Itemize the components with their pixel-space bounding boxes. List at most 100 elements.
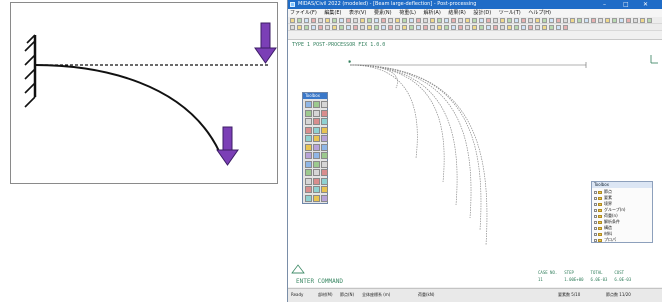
toolbar-button[interactable] [500,25,505,30]
toolbox-tool-button[interactable] [321,152,328,159]
toolbar-button[interactable] [290,18,295,23]
toolbar-button[interactable] [549,18,554,23]
toolbar-button[interactable] [521,25,526,30]
menu-analysis[interactable]: 解析(A) [423,10,440,16]
expand-icon[interactable] [594,202,597,206]
toolbar-button[interactable] [318,18,323,23]
toolbox-tool-button[interactable] [305,126,312,134]
expand-icon[interactable] [594,214,597,218]
toolbar-button[interactable] [570,18,575,23]
toolbar-button[interactable] [437,18,442,23]
menu-load[interactable]: 荷重(L) [399,10,416,16]
toolbar-button[interactable] [556,18,561,23]
toolbar-button[interactable] [640,18,645,23]
toolbox-tool-button[interactable] [321,169,328,176]
toolbar-button[interactable] [647,18,652,23]
toolbar-button[interactable] [297,25,302,30]
toolbar-button[interactable] [402,18,407,23]
toolbar-button[interactable] [493,25,498,30]
toolbox-tool-button[interactable] [305,143,312,151]
toolbar-button[interactable] [339,25,344,30]
toolbar-button[interactable] [605,18,610,23]
model-tree-panel[interactable]: Toolbox 節点 要素 境界 グループ(n) 荷重(n) 解析条件 構造 材… [591,181,653,243]
minimize-button[interactable]: – [603,0,606,9]
toolbar-button[interactable] [465,25,470,30]
toolbar-button[interactable] [535,18,540,23]
toolbox-tool-button[interactable] [321,135,328,142]
toolbar-button[interactable] [479,18,484,23]
menu-edit[interactable]: 編集(E) [324,10,341,16]
toolbar-button[interactable] [339,18,344,23]
toolbox-tool-button[interactable] [321,101,328,108]
expand-icon[interactable] [594,232,597,236]
toolbar-button[interactable] [423,18,428,23]
toolbox-tool-button[interactable] [321,118,328,125]
toolbox-tool-button[interactable] [305,118,312,125]
toolbar-button[interactable] [297,18,302,23]
toolbar-button[interactable] [360,25,365,30]
toolbox-tool-button[interactable] [321,143,328,151]
toolbox-tool-button[interactable] [313,109,320,117]
menu-tools[interactable]: ツール(T) [499,10,521,16]
toolbar-button[interactable] [465,18,470,23]
toolbar-button[interactable] [451,18,456,23]
toolbox-tool-button[interactable] [321,186,328,193]
toolbar-button[interactable] [346,25,351,30]
toolbox-tool-button[interactable] [313,177,320,185]
toolbar-button[interactable] [402,25,407,30]
expand-icon[interactable] [594,190,597,194]
toolbox-tool-button[interactable] [321,126,328,134]
toolbox-tool-button[interactable] [305,194,312,202]
menu-view[interactable]: 表示(V) [349,10,366,16]
toolbar-button[interactable] [304,18,309,23]
toolbar-button[interactable] [472,25,477,30]
toolbar-button[interactable] [549,25,554,30]
toolbox-tool-button[interactable] [313,126,320,134]
toolbar-button[interactable] [290,25,295,30]
toolbar-button[interactable] [423,25,428,30]
toolbox-tool-button[interactable] [313,135,320,142]
toolbar-button[interactable] [332,18,337,23]
toolbar-button[interactable] [346,18,351,23]
toolbox-tool-button[interactable] [313,101,320,108]
toolbox-tool-button[interactable] [313,160,320,168]
toolbar-button[interactable] [486,18,491,23]
toolbar-button[interactable] [325,25,330,30]
toolbar-button[interactable] [416,25,421,30]
expand-icon[interactable] [594,238,597,242]
toolbar-button[interactable] [472,18,477,23]
toolbar-button[interactable] [374,25,379,30]
toolbar-button[interactable] [584,18,589,23]
toolbar-button[interactable] [325,18,330,23]
toolbar-button[interactable] [535,25,540,30]
toolbox-tool-button[interactable] [313,143,320,151]
toolbar-button[interactable] [514,18,519,23]
toolbar-button[interactable] [360,18,365,23]
toolbar-button[interactable] [528,18,533,23]
toolbar-button[interactable] [332,25,337,30]
toolbar-button[interactable] [451,25,456,30]
toolbox-tool-button[interactable] [321,194,328,202]
expand-icon[interactable] [594,196,597,200]
toolbox-tool-button[interactable] [321,160,328,168]
toolbar-button[interactable] [444,25,449,30]
toolbar-button[interactable] [500,18,505,23]
toolbar-button[interactable] [430,25,435,30]
toolbox-tool-button[interactable] [305,152,312,159]
toolbar-button[interactable] [479,25,484,30]
toolbar-button[interactable] [367,18,372,23]
toolbox-tool-button[interactable] [305,160,312,168]
toolbar-button[interactable] [311,18,316,23]
toolbar-button[interactable] [409,25,414,30]
toolbox-tool-button[interactable] [313,169,320,176]
toolbar-button[interactable] [409,18,414,23]
menu-file[interactable]: ファイル(F) [290,10,317,16]
menu-help[interactable]: ヘルプ(H) [528,10,551,16]
toolbox-tool-button[interactable] [313,152,320,159]
toolbar-button[interactable] [563,25,568,30]
status-load-unit[interactable]: 荷重(kN) [418,289,434,301]
toolbox-tool-button[interactable] [321,177,328,185]
toolbar-button[interactable] [353,25,358,30]
toolbar-button[interactable] [388,18,393,23]
toolbox-tool-button[interactable] [313,194,320,202]
